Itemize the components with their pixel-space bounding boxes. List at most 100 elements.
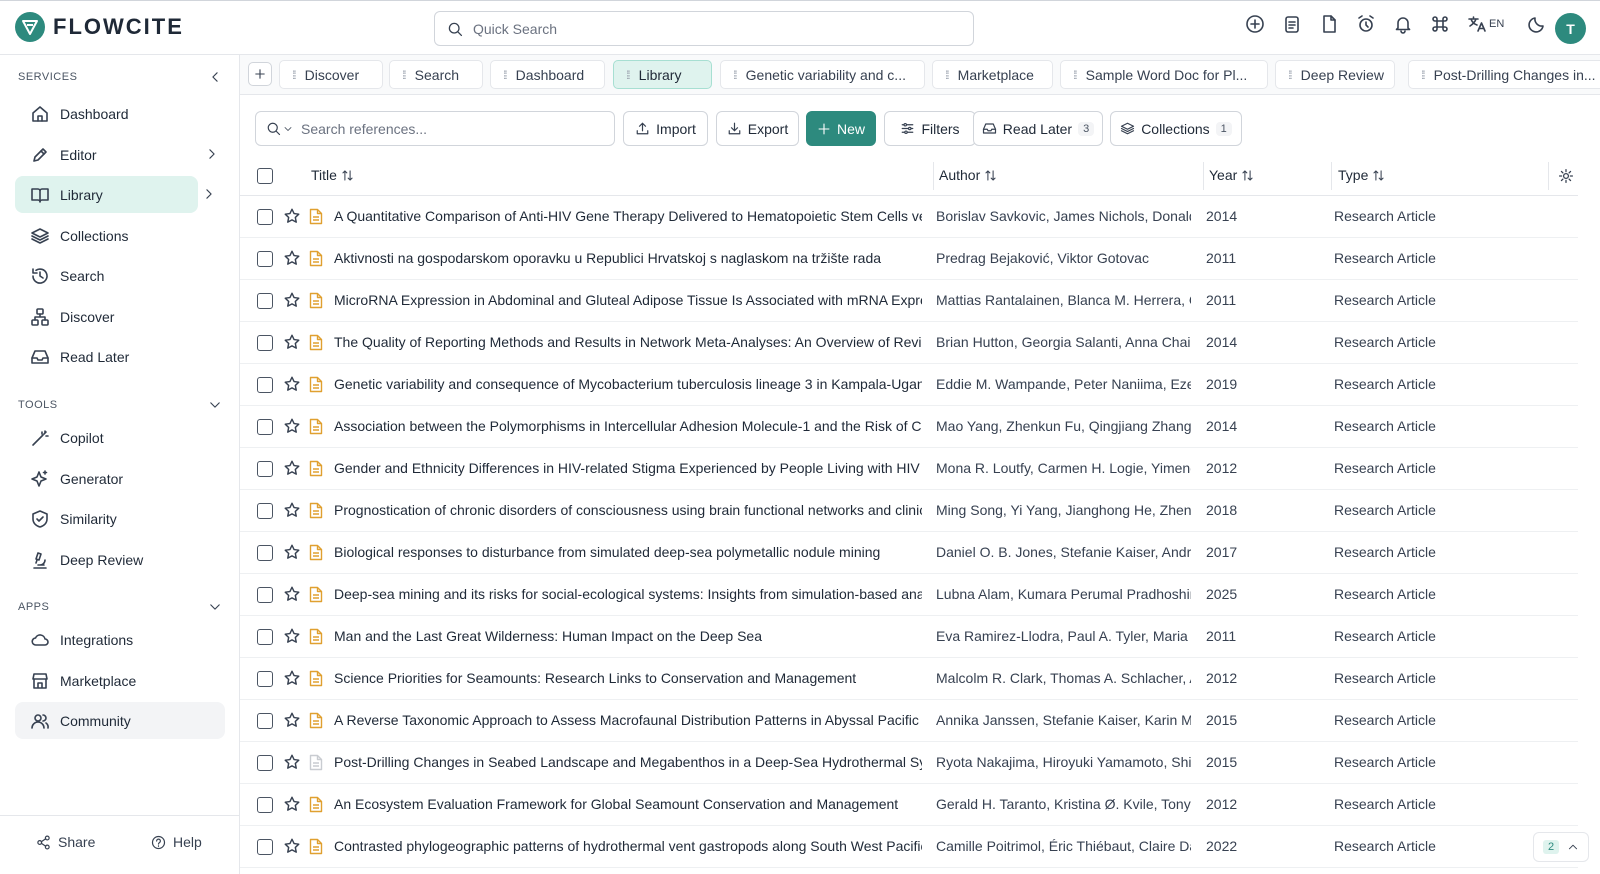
table-row[interactable]: Gender and Ethnicity Differences in HIV-… (240, 448, 1578, 490)
row-title[interactable]: Contrasted phylogeographic patterns of h… (334, 838, 922, 854)
sidebar-item-integrations[interactable]: Integrations (15, 621, 225, 658)
tab-marketplace[interactable]: ⁞⁞ Marketplace (932, 60, 1053, 89)
drag-handle-icon[interactable]: ⁞⁞ (733, 68, 737, 82)
star-icon[interactable] (283, 837, 301, 855)
column-header-title[interactable]: Title (311, 167, 354, 183)
row-checkbox[interactable] (257, 419, 273, 435)
collections-button[interactable]: Collections 1 (1110, 111, 1242, 146)
row-checkbox[interactable] (257, 293, 273, 309)
sidebar-item-read-later[interactable]: Read Later (15, 338, 225, 375)
pdf-document-icon[interactable] (308, 418, 324, 435)
star-icon[interactable] (283, 711, 301, 729)
row-title[interactable]: MicroRNA Expression in Abdominal and Glu… (334, 292, 922, 308)
gear-icon[interactable] (1558, 168, 1574, 184)
pdf-document-icon[interactable] (308, 796, 324, 813)
table-row[interactable]: Biological responses to disturbance from… (240, 532, 1578, 574)
star-icon[interactable] (283, 543, 301, 561)
pdf-document-icon[interactable] (308, 208, 324, 225)
pdf-document-icon[interactable] (308, 460, 324, 477)
row-title[interactable]: Association between the Polymorphisms in… (334, 418, 922, 434)
page-indicator[interactable]: 2 (1533, 832, 1589, 862)
row-checkbox[interactable] (257, 587, 273, 603)
tab-sample-word-doc[interactable]: ⁞⁞ Sample Word Doc for Pl... (1060, 60, 1268, 89)
add-tab-button[interactable] (248, 62, 272, 86)
table-row[interactable]: Post-Drilling Changes in Seabed Landscap… (240, 742, 1578, 784)
table-row[interactable]: MicroRNA Expression in Abdominal and Glu… (240, 280, 1578, 322)
sidebar-item-library[interactable]: Library (15, 176, 198, 213)
drag-handle-icon[interactable]: ⁞⁞ (1421, 68, 1425, 82)
drag-handle-icon[interactable]: ⁞⁞ (292, 68, 296, 82)
column-divider[interactable] (1203, 162, 1204, 190)
import-button[interactable]: Import (623, 111, 708, 146)
pdf-document-icon[interactable] (308, 586, 324, 603)
document-icon[interactable] (1319, 14, 1339, 34)
pdf-document-icon[interactable] (308, 838, 324, 855)
column-divider[interactable] (1331, 162, 1332, 190)
star-icon[interactable] (283, 501, 301, 519)
table-row[interactable]: The Quality of Reporting Methods and Res… (240, 322, 1578, 364)
table-row[interactable]: Aktivnosti na gospodarskom oporavku u Re… (240, 238, 1578, 280)
tab-library[interactable]: ⁞⁞ Library (613, 60, 712, 89)
row-title[interactable]: A Quantitative Comparison of Anti-HIV Ge… (334, 208, 922, 224)
row-checkbox[interactable] (257, 755, 273, 771)
clipboard-icon[interactable] (1282, 14, 1302, 34)
pdf-document-icon[interactable] (308, 250, 324, 267)
star-icon[interactable] (283, 585, 301, 603)
table-row[interactable]: An Ecosystem Evaluation Framework for Gl… (240, 784, 1578, 826)
drag-handle-icon[interactable]: ⁞⁞ (402, 68, 406, 82)
collapse-sidebar-icon[interactable] (208, 70, 222, 84)
pdf-document-icon[interactable] (308, 712, 324, 729)
read-later-button[interactable]: Read Later 3 (973, 111, 1103, 146)
row-checkbox[interactable] (257, 545, 273, 561)
table-row[interactable]: A Reverse Taxonomic Approach to Assess M… (240, 700, 1578, 742)
sidebar-item-discover[interactable]: Discover (15, 298, 225, 335)
row-title[interactable]: Post-Drilling Changes in Seabed Landscap… (334, 754, 922, 770)
row-checkbox[interactable] (257, 713, 273, 729)
column-header-year[interactable]: Year (1209, 167, 1254, 183)
row-title[interactable]: Genetic variability and consequence of M… (334, 376, 922, 392)
column-divider[interactable] (933, 162, 934, 190)
sidebar-item-community[interactable]: Community (15, 702, 225, 739)
row-title[interactable]: Prognostication of chronic disorders of … (334, 502, 922, 518)
reference-search-input[interactable] (301, 120, 601, 137)
pdf-document-icon[interactable] (308, 376, 324, 393)
chevron-right-icon[interactable] (205, 147, 219, 161)
sort-icon[interactable] (984, 169, 997, 182)
row-title[interactable]: Gender and Ethnicity Differences in HIV-… (334, 460, 922, 476)
row-checkbox[interactable] (257, 251, 273, 267)
column-divider[interactable] (1548, 162, 1549, 190)
export-button[interactable]: Export (716, 111, 799, 146)
drag-handle-icon[interactable]: ⁞⁞ (626, 68, 630, 82)
pdf-document-icon[interactable] (308, 754, 324, 771)
reference-search-box[interactable] (255, 111, 615, 146)
pdf-document-icon[interactable] (308, 670, 324, 687)
star-icon[interactable] (283, 291, 301, 309)
command-icon[interactable] (1430, 14, 1450, 34)
row-checkbox[interactable] (257, 461, 273, 477)
star-icon[interactable] (283, 417, 301, 435)
sidebar-item-search[interactable]: Search (15, 257, 225, 294)
tab-deep-review[interactable]: ⁞⁞ Deep Review (1275, 60, 1395, 89)
row-checkbox[interactable] (257, 839, 273, 855)
row-checkbox[interactable] (257, 503, 273, 519)
table-row[interactable]: Science Priorities for Seamounts: Resear… (240, 658, 1578, 700)
quick-search-box[interactable] (434, 11, 974, 46)
sidebar-item-collections[interactable]: Collections (15, 217, 225, 254)
table-row[interactable]: A Quantitative Comparison of Anti-HIV Ge… (240, 196, 1578, 238)
star-icon[interactable] (283, 753, 301, 771)
tab-post-drilling[interactable]: ⁞⁞ Post-Drilling Changes in... (1408, 60, 1600, 89)
sidebar-item-editor[interactable]: Editor (15, 136, 225, 173)
pdf-document-icon[interactable] (308, 292, 324, 309)
drag-handle-icon[interactable]: ⁞⁞ (503, 68, 507, 82)
tab-discover[interactable]: ⁞⁞ Discover (279, 60, 383, 89)
table-row[interactable]: Association between the Polymorphisms in… (240, 406, 1578, 448)
tab-dashboard[interactable]: ⁞⁞ Dashboard (490, 60, 605, 89)
pdf-document-icon[interactable] (308, 544, 324, 561)
row-checkbox[interactable] (257, 629, 273, 645)
table-row[interactable]: Deep-sea mining and its risks for social… (240, 574, 1578, 616)
column-header-type[interactable]: Type (1338, 167, 1385, 183)
chevron-down-icon[interactable] (208, 600, 222, 614)
drag-handle-icon[interactable]: ⁞⁞ (1288, 68, 1292, 82)
star-icon[interactable] (283, 795, 301, 813)
sort-icon[interactable] (341, 169, 354, 182)
